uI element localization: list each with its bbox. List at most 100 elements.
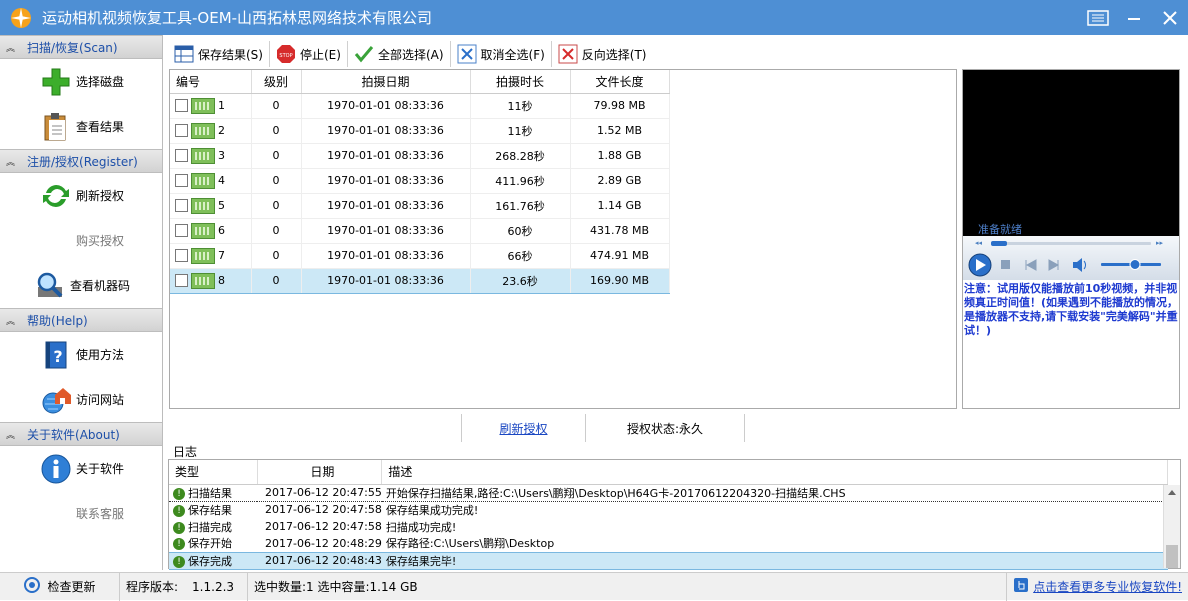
log-label: 日志: [173, 445, 198, 459]
col-header-id[interactable]: 编号: [170, 70, 252, 94]
table-row[interactable]: 7 0 1970-01-01 08:33:36 66秒 474.91 MB: [170, 243, 670, 269]
save-grid-icon: [174, 44, 194, 64]
success-icon: !: [173, 504, 185, 517]
log-panel: 类型 日期 描述 ! 扫描结果 2017-06-12 20:47:55 开始保存扫…: [168, 459, 1181, 577]
svg-text:STOP: STOP: [279, 53, 292, 59]
table-row-selected[interactable]: 8 0 1970-01-01 08:33:36 23.6秒 169.90 MB: [170, 267, 670, 294]
row-checkbox[interactable]: [175, 124, 188, 137]
video-file-icon: [191, 222, 215, 239]
sidebar-item-buy-license[interactable]: 购买授权: [0, 218, 162, 263]
col-header-level[interactable]: 级别: [251, 70, 302, 94]
menu-icon: [1087, 9, 1109, 26]
row-checkbox[interactable]: [175, 274, 188, 287]
license-bar: 刷新授权 授权状态:永久: [169, 414, 1181, 442]
success-icon: !: [173, 538, 185, 551]
sidebar: ︽ 扫描/恢复(Scan) 选择磁盘 查看结果 ︽ 注册/授权(Register) …: [0, 35, 163, 570]
table-row[interactable]: 2 0 1970-01-01 08:33:36 11秒 1.52 MB: [170, 118, 670, 144]
next-icon: [1048, 259, 1060, 271]
col-header-size[interactable]: 文件长度: [570, 70, 670, 94]
menu-button[interactable]: [1080, 0, 1116, 35]
refresh-license-cell: 刷新授权: [461, 414, 585, 442]
more-software-link[interactable]: 点击查看更多专业恢复软件!: [1033, 578, 1182, 595]
refresh-license-link[interactable]: 刷新授权: [499, 420, 547, 437]
sidebar-section-register[interactable]: ︽ 注册/授权(Register): [0, 149, 162, 173]
log-row[interactable]: ! 保存结果 2017-06-12 20:47:58 保存结果成功完成!: [169, 501, 1168, 518]
table-header-row: 编号 级别 拍摄日期 拍摄时长 文件长度: [170, 70, 670, 94]
row-checkbox[interactable]: [175, 199, 188, 212]
hand-pointer-icon: [1013, 577, 1029, 596]
log-row[interactable]: ! 扫描结果 2017-06-12 20:47:55 开始保存扫描结果,路径:C:…: [169, 483, 1168, 502]
file-table: 编号 级别 拍摄日期 拍摄时长 文件长度 1 0 1970-01-01 08:3…: [169, 69, 957, 409]
close-button[interactable]: [1152, 0, 1188, 35]
row-checkbox[interactable]: [175, 174, 188, 187]
license-status: 授权状态:永久: [585, 414, 745, 442]
video-file-icon: [191, 197, 215, 214]
trial-notice: 注意：试用版仅能播放前10秒视频，并非视频真正时间值！(如果遇到不能播放的情况，…: [964, 282, 1179, 337]
sidebar-section-scan[interactable]: ︽ 扫描/恢复(Scan): [0, 35, 162, 59]
minimize-button[interactable]: [1116, 0, 1152, 35]
update-gear-icon: [23, 576, 41, 597]
title-bar: 运动相机视频恢复工具-OEM-山西拓林思网络技术有限公司: [0, 0, 1188, 35]
sidebar-section-help[interactable]: ︽ 帮助(Help): [0, 308, 162, 332]
minimize-icon: [1128, 17, 1140, 20]
row-checkbox[interactable]: [175, 99, 188, 112]
video-file-icon: [191, 122, 215, 139]
collapse-icon: ︽: [6, 430, 16, 441]
volume-handle: [1129, 259, 1141, 270]
app-logo-icon: [8, 5, 34, 31]
scroll-up-icon: [1168, 490, 1176, 495]
rewind-small-icon: ◂◂: [975, 239, 983, 247]
invert-selection-button[interactable]: 反向选择(T): [552, 41, 653, 67]
sidebar-item-about[interactable]: 关于软件: [0, 446, 162, 491]
log-row[interactable]: ! 扫描完成 2017-06-12 20:47:58 扫描成功完成!: [169, 518, 1168, 535]
forward-small-icon: ▸▸: [1156, 239, 1164, 247]
table-row[interactable]: 4 0 1970-01-01 08:33:36 411.96秒 2.89 GB: [170, 168, 670, 194]
video-file-icon: [191, 247, 215, 264]
log-row[interactable]: ! 保存开始 2017-06-12 20:48:29 保存路径:C:\Users\…: [169, 535, 1168, 552]
row-checkbox[interactable]: [175, 149, 188, 162]
log-row-selected[interactable]: ! 保存完成 2017-06-12 20:48:43 保存结果完毕!: [169, 551, 1168, 570]
close-icon: [1163, 10, 1177, 25]
stop-icon: [1001, 260, 1010, 269]
sidebar-item-select-disk[interactable]: 选择磁盘: [0, 59, 162, 104]
sidebar-item-visit-website[interactable]: 访问网站: [0, 377, 162, 422]
select-all-button[interactable]: 全部选择(A): [348, 41, 451, 67]
row-checkbox[interactable]: [175, 249, 188, 262]
col-header-duration[interactable]: 拍摄时长: [470, 70, 571, 94]
seek-bar: [991, 242, 1151, 245]
status-bar: 检查更新 程序版本: 1.1.2.3 选中数量:1 选中容量:1.14 GB 点…: [0, 572, 1188, 601]
sidebar-item-refresh-license[interactable]: 刷新授权: [0, 173, 162, 218]
sidebar-item-view-machine-code[interactable]: 查看机器码: [0, 263, 162, 308]
log-col-type[interactable]: 类型: [169, 460, 258, 485]
log-scrollbar[interactable]: [1163, 485, 1180, 577]
row-checkbox[interactable]: [175, 224, 188, 237]
table-row[interactable]: 5 0 1970-01-01 08:33:36 161.76秒 1.14 GB: [170, 193, 670, 219]
table-row[interactable]: 6 0 1970-01-01 08:33:36 60秒 431.78 MB: [170, 218, 670, 244]
log-col-desc[interactable]: 描述: [381, 460, 1169, 485]
log-col-date[interactable]: 日期: [257, 460, 383, 485]
deselect-icon: [457, 44, 477, 64]
refresh-icon: [40, 180, 72, 212]
deselect-all-button[interactable]: 取消全选(F): [451, 41, 552, 67]
sidebar-item-contact-support[interactable]: 联系客服: [0, 491, 162, 536]
video-file-icon: [191, 272, 215, 289]
success-icon: !: [173, 521, 185, 534]
stop-button[interactable]: STOP 停止(E): [270, 41, 348, 67]
check-update-button[interactable]: 检查更新: [0, 572, 120, 601]
video-screen[interactable]: [963, 70, 1179, 236]
plus-icon: [40, 66, 72, 98]
sidebar-section-about[interactable]: ︽ 关于软件(About): [0, 422, 162, 446]
magnifier-icon: [34, 270, 66, 302]
checkmark-icon: [354, 44, 374, 64]
table-row[interactable]: 1 0 1970-01-01 08:33:36 11秒 79.98 MB: [170, 93, 670, 119]
save-results-button[interactable]: 保存结果(S): [168, 41, 270, 67]
window-title: 运动相机视频恢复工具-OEM-山西拓林思网络技术有限公司: [42, 9, 433, 27]
col-header-date[interactable]: 拍摄日期: [301, 70, 471, 94]
svg-text:?: ?: [53, 347, 62, 366]
sidebar-item-usage[interactable]: ? 使用方法: [0, 332, 162, 377]
log-header-row: 类型 日期 描述: [169, 460, 1169, 485]
version-value: 1.1.2.3: [192, 579, 235, 594]
video-preview-panel: 准备就绪 ◂◂ ▸▸ 注意：试用版仅能播放前10秒视频，并非视频真正时间值！(如…: [962, 69, 1180, 409]
table-row[interactable]: 3 0 1970-01-01 08:33:36 268.28秒 1.88 GB: [170, 143, 670, 169]
sidebar-item-view-results[interactable]: 查看结果: [0, 104, 162, 149]
